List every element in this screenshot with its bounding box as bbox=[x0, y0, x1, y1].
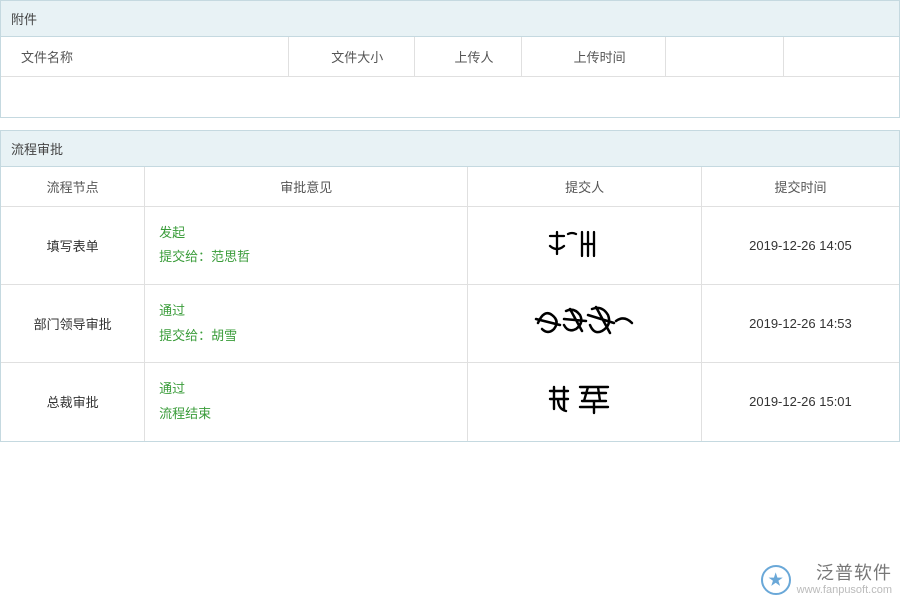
approval-header-row: 流程节点 审批意见 提交人 提交时间 bbox=[1, 167, 899, 207]
approval-table: 流程节点 审批意见 提交人 提交时间 填写表单 发起 提交给：范思哲 bbox=[1, 167, 899, 441]
table-row: 填写表单 发起 提交给：范思哲 2019-12- bbox=[1, 206, 899, 284]
approval-col-node: 流程节点 bbox=[1, 167, 145, 207]
approval-opinion: 通过 提交给：胡雪 bbox=[145, 284, 468, 362]
approval-section: 流程审批 流程节点 审批意见 提交人 提交时间 填写表单 发起 提交给：范思哲 bbox=[0, 130, 900, 442]
table-row: 部门领导审批 通过 提交给：胡雪 bbox=[1, 284, 899, 362]
attachment-table: 文件名称 文件大小 上传人 上传时间 bbox=[1, 37, 899, 117]
approval-col-opinion: 审批意见 bbox=[145, 167, 468, 207]
approval-opinion: 通过 流程结束 bbox=[145, 363, 468, 441]
approval-col-submitter: 提交人 bbox=[468, 167, 701, 207]
approval-time: 2019-12-26 14:05 bbox=[701, 206, 899, 284]
attachment-col-action1 bbox=[666, 37, 784, 77]
watermark-main: 泛普软件 bbox=[797, 564, 892, 584]
attachment-col-filename: 文件名称 bbox=[1, 37, 288, 77]
attachment-col-action2 bbox=[783, 37, 899, 77]
approval-submitter bbox=[468, 284, 701, 362]
approval-opinion: 发起 提交给：范思哲 bbox=[145, 206, 468, 284]
watermark: ★ 泛普软件 www.fanpusoft.com bbox=[761, 564, 892, 596]
attachment-empty-row bbox=[1, 77, 899, 117]
signature-image bbox=[540, 379, 630, 421]
signature-image bbox=[530, 301, 640, 343]
watermark-text: 泛普软件 www.fanpusoft.com bbox=[797, 564, 892, 596]
opinion-action: 通过 bbox=[159, 299, 459, 324]
attachment-col-uploader: 上传人 bbox=[414, 37, 522, 77]
approval-node: 填写表单 bbox=[1, 206, 145, 284]
approval-col-time: 提交时间 bbox=[701, 167, 899, 207]
opinion-submit: 提交给：范思哲 bbox=[159, 245, 459, 270]
signature-image bbox=[540, 224, 630, 264]
attachment-section: 附件 文件名称 文件大小 上传人 上传时间 bbox=[0, 0, 900, 118]
approval-submitter bbox=[468, 206, 701, 284]
attachment-section-title: 附件 bbox=[1, 1, 899, 37]
approval-time: 2019-12-26 14:53 bbox=[701, 284, 899, 362]
attachment-col-uploadtime: 上传时间 bbox=[522, 37, 666, 77]
approval-time: 2019-12-26 15:01 bbox=[701, 363, 899, 441]
approval-section-title: 流程审批 bbox=[1, 131, 899, 167]
attachment-header-row: 文件名称 文件大小 上传人 上传时间 bbox=[1, 37, 899, 77]
opinion-submit: 提交给：胡雪 bbox=[159, 324, 459, 349]
approval-node: 总裁审批 bbox=[1, 363, 145, 441]
watermark-url: www.fanpusoft.com bbox=[797, 584, 892, 596]
opinion-submit: 流程结束 bbox=[159, 402, 459, 427]
approval-node: 部门领导审批 bbox=[1, 284, 145, 362]
approval-submitter bbox=[468, 363, 701, 441]
attachment-col-size: 文件大小 bbox=[288, 37, 414, 77]
opinion-action: 通过 bbox=[159, 377, 459, 402]
opinion-action: 发起 bbox=[159, 221, 459, 246]
table-row: 总裁审批 通过 流程结束 2019-12-26 bbox=[1, 363, 899, 441]
watermark-logo-icon: ★ bbox=[761, 565, 791, 595]
